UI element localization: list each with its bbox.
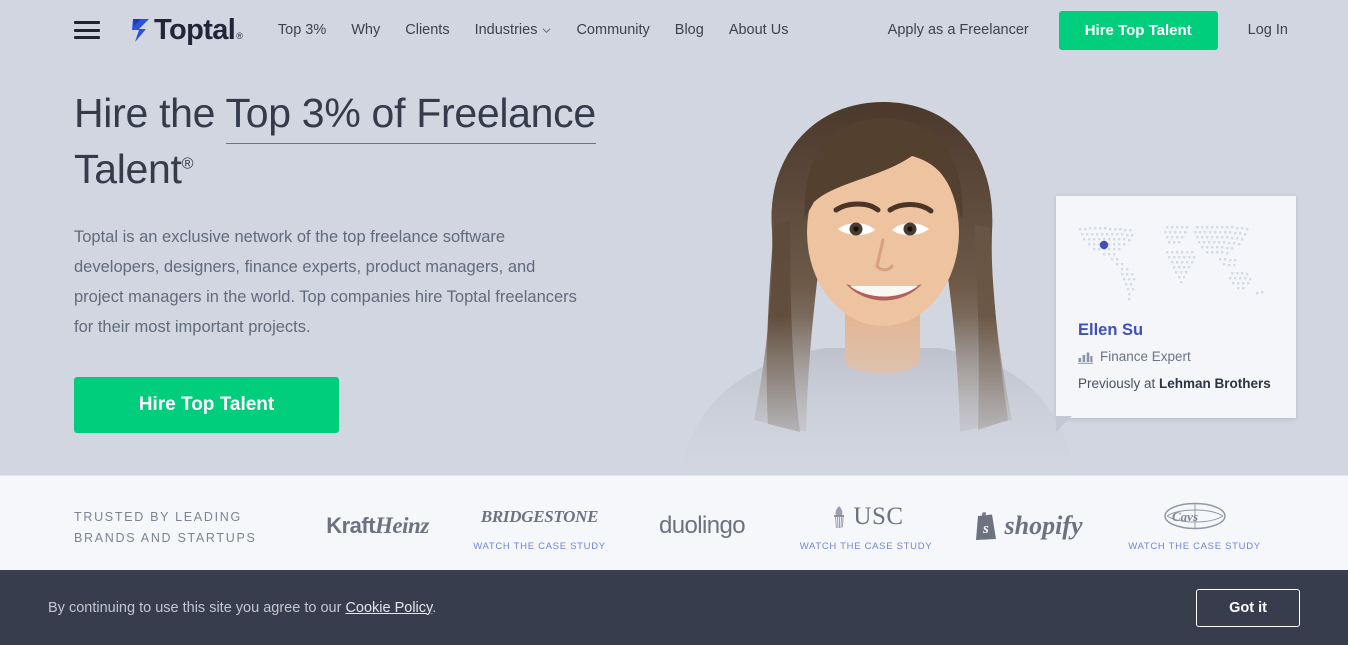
expert-role-label: Finance Expert [1100,349,1191,364]
hire-top-talent-button-header[interactable]: Hire Top Talent [1058,10,1218,50]
cookie-text-prefix: By continuing to use this site you agree… [48,599,346,616]
brand-logo-cavaliers[interactable]: Cavs WATCH THE CASE STUDY [1122,476,1267,576]
duolingo-wordmark: duolingo [659,512,746,539]
expert-profile-card[interactable]: Ellen Su Finance Expert Previously at Le… [1056,196,1296,432]
trusted-line-1: TRUSTED BY LEADING [74,510,242,524]
apply-as-freelancer-link[interactable]: Apply as a Freelancer [888,22,1029,38]
hamburger-menu-icon[interactable] [74,21,100,39]
bridgestone-wordmark: BRIDGESTONE [480,507,599,526]
hero-paragraph: Toptal is an exclusive network of the to… [74,228,577,336]
cookie-banner-text: By continuing to use this site you agree… [48,600,436,616]
brand-logo-kraftheinz[interactable]: KraftHeinz [305,476,450,576]
headline-registered-mark: ® [181,155,194,173]
case-study-link-usc[interactable]: WATCH THE CASE STUDY [800,541,933,552]
toptal-arrow-mark [132,19,149,42]
brand-logo-shopify[interactable]: s shopify [950,476,1105,576]
brand-logo-duolingo[interactable]: duolingo [632,476,772,576]
dotted-world-map-icon [1079,226,1264,301]
hire-top-talent-button-hero[interactable]: Hire Top Talent [74,377,339,433]
svg-text:Cavs: Cavs [1172,509,1198,524]
registered-mark: ® [236,31,243,41]
trusted-brands-strip: TRUSTED BY LEADING BRANDS AND STARTUPS K… [0,475,1348,575]
toptal-logo[interactable]: Toptal ® [130,14,243,46]
log-in-link[interactable]: Log In [1248,22,1288,38]
cookie-accept-button[interactable]: Got it [1196,588,1300,627]
expert-name[interactable]: Ellen Su [1078,321,1143,340]
shopify-bag-icon: s [975,512,996,540]
nav-item-about-us[interactable]: About Us [729,22,789,38]
cookie-policy-link[interactable]: Cookie Policy [345,600,432,616]
headline-underlined: Top 3% of Freelance [225,90,596,144]
nav-item-industries[interactable]: Industries [475,22,552,38]
nav-item-top3[interactable]: Top 3% [278,22,326,38]
hero-portrait-photo [640,60,1110,475]
expert-previous-company: Previously at Lehman Brothers [1078,376,1271,391]
nav-item-blog[interactable]: Blog [675,22,704,38]
primary-nav: Top 3% Why Clients Industries Community … [278,22,789,38]
previous-company-name: Lehman Brothers [1159,376,1271,391]
expert-role: Finance Expert [1078,349,1191,364]
toptal-wordmark: Toptal [154,14,236,46]
previously-at-label: Previously at [1078,376,1160,391]
case-study-link-cavaliers[interactable]: WATCH THE CASE STUDY [1128,541,1261,552]
headline-part2: Talent [74,146,182,192]
case-study-link-bridgestone[interactable]: WATCH THE CASE STUDY [473,541,606,552]
chevron-down-icon [543,27,551,33]
headline-part1: Hire the [74,90,226,136]
hero-section: Hire the Top 3% of Freelance Talent® Top… [0,60,1348,475]
nav-item-clients[interactable]: Clients [405,22,449,38]
brand-logo-bridgestone[interactable]: BRIDGESTONE WATCH THE CASE STUDY [462,476,617,576]
nav-item-community[interactable]: Community [576,22,649,38]
hero-copy: Hire the Top 3% of Freelance Talent® Top… [74,85,634,433]
nav-item-industries-label: Industries [474,22,538,38]
usc-torch-icon [834,506,845,529]
bar-chart-icon [1078,352,1093,364]
usc-wordmark: USC [828,503,903,531]
cookie-text-suffix: . [432,599,437,616]
site-header: Toptal ® Top 3% Why Clients Industries C… [0,0,1348,60]
map-location-dot [1099,240,1109,250]
trusted-by-label: TRUSTED BY LEADING BRANDS AND STARTUPS [74,507,257,549]
trusted-line-2: BRANDS AND STARTUPS [74,531,257,545]
nav-item-why[interactable]: Why [351,22,380,38]
toptal-homepage: Toptal ® Top 3% Why Clients Industries C… [0,0,1348,645]
page-title: Hire the Top 3% of Freelance Talent® [74,85,634,197]
svg-text:s: s [982,521,989,537]
cookie-consent-banner: By continuing to use this site you agree… [0,570,1348,645]
kraftheinz-wordmark: KraftHeinz [326,513,429,538]
cleveland-cavaliers-logo: Cavs [1163,502,1226,530]
header-actions: Apply as a Freelancer Hire Top Talent Lo… [888,10,1288,50]
brand-logo-usc[interactable]: USC WATCH THE CASE STUDY [796,476,936,576]
shopify-wordmark: s shopify [973,511,1083,541]
